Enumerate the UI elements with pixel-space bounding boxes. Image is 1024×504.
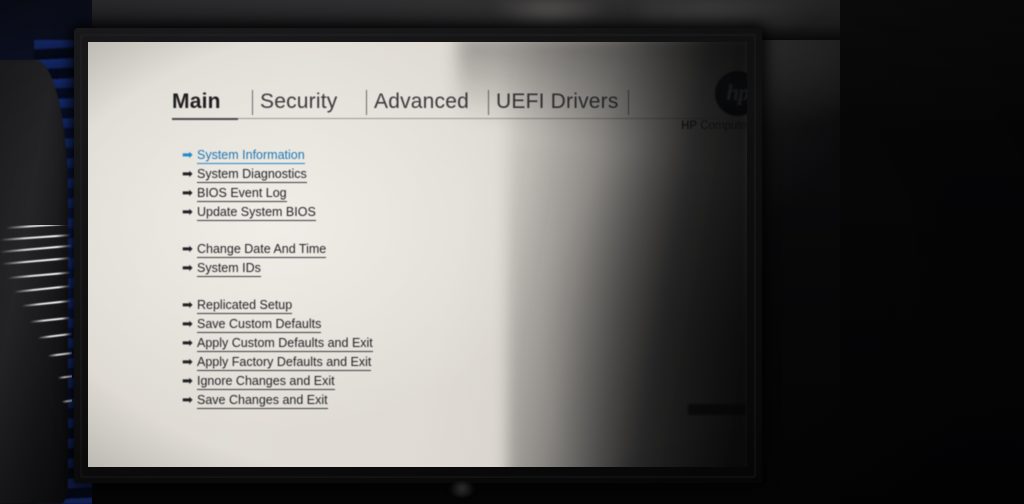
menu-item-label: System Diagnostics (197, 166, 307, 183)
tab-bar: Main Security Advanced UEFI Drivers (172, 80, 720, 120)
light-streak (5, 225, 72, 229)
menu-item[interactable]: ➡ System IDs (182, 260, 512, 277)
room-right-wall (840, 0, 1024, 504)
bios-content: Main Security Advanced UEFI Drivers hp H… (88, 42, 747, 467)
menu-item[interactable]: ➡ System Diagnostics (182, 166, 512, 183)
hp-logo-text: hp (726, 79, 747, 105)
menu-group: ➡ System Information ➡ System Diagnostics ➡ B… (182, 147, 512, 221)
menu-item-label: Apply Custom Defaults and Exit (197, 335, 373, 352)
menu-item-label: BIOS Event Log (197, 185, 287, 202)
arrow-right-icon: ➡ (182, 392, 193, 407)
tab-separator-2 (366, 90, 367, 115)
arrow-right-icon: ➡ (182, 297, 193, 312)
menu-item[interactable]: ➡ Replicated Setup (182, 297, 512, 314)
arrow-right-icon: ➡ (182, 316, 193, 331)
tab-separator-3 (488, 90, 489, 115)
bios-screen: Main Security Advanced UEFI Drivers hp H… (88, 42, 747, 467)
menu-item[interactable]: ➡ Update System BIOS (182, 204, 512, 221)
light-streak (37, 332, 72, 339)
tab-bar-rule (238, 118, 720, 119)
menu-item-label: Ignore Changes and Exit (197, 373, 335, 390)
light-streak (47, 351, 72, 357)
tab-separator-1 (252, 90, 253, 115)
light-streak (29, 316, 70, 323)
arrow-right-icon: ➡ (182, 260, 193, 275)
arrow-right-icon: ➡ (182, 185, 193, 200)
menu-item[interactable]: ➡ BIOS Event Log (182, 185, 512, 202)
tab-advanced[interactable]: Advanced (374, 90, 469, 114)
arrow-right-icon: ➡ (182, 354, 193, 369)
tab-uefi-drivers[interactable]: UEFI Drivers (496, 90, 619, 114)
tab-main[interactable]: Main (172, 90, 221, 114)
light-streak (7, 271, 70, 279)
menu-item[interactable]: ➡ Apply Custom Defaults and Exit (182, 335, 512, 352)
menu-item[interactable]: ➡ System Information (182, 147, 512, 164)
hp-caption-bold: HP (681, 120, 698, 132)
light-streak (13, 285, 70, 293)
tab-security[interactable]: Security (260, 90, 337, 114)
arrow-right-icon: ➡ (182, 241, 193, 256)
menu-item[interactable]: ➡ Save Custom Defaults (182, 316, 512, 333)
light-streak (57, 374, 72, 379)
menu-item[interactable]: ➡ Change Date And Time (182, 241, 512, 258)
arrow-right-icon: ➡ (182, 204, 193, 219)
arrow-right-icon: ➡ (182, 166, 193, 181)
menu-item-label: Update System BIOS (197, 204, 316, 221)
screen-dark-artifact (688, 404, 746, 415)
main-menu: ➡ System Information ➡ System Diagnostics ➡ B… (182, 147, 512, 429)
menu-item[interactable]: ➡ Ignore Changes and Exit (182, 373, 512, 390)
menu-item-label: Change Date And Time (197, 241, 327, 258)
light-streaks (0, 225, 72, 504)
menu-item-label: System IDs (197, 260, 261, 277)
photo-of-monitor: Main Security Advanced UEFI Drivers hp H… (0, 0, 1024, 504)
menu-item[interactable]: ➡ Apply Factory Defaults and Exit (182, 354, 512, 371)
menu-item-label: Apply Factory Defaults and Exit (197, 354, 372, 371)
light-streak (21, 299, 70, 307)
hp-computer-setup-caption: HP Computer Setup (654, 120, 747, 132)
menu-item-label: System Information (197, 147, 305, 164)
menu-item-label: Replicated Setup (197, 297, 293, 314)
hp-logo-icon: hp (715, 71, 747, 116)
arrow-right-icon: ➡ (182, 373, 193, 388)
hp-caption-rest: Computer Setup (700, 120, 747, 132)
menu-group: ➡ Replicated Setup ➡ Save Custom Defaults ➡ A… (182, 297, 512, 409)
menu-item-label: Save Custom Defaults (197, 316, 322, 333)
light-streak (1, 257, 70, 265)
menu-item-label: Save Changes and Exit (197, 392, 328, 409)
room-highlight-left (490, 0, 610, 30)
tab-separator-4 (628, 90, 629, 115)
menu-group: ➡ Change Date And Time ➡ System IDs (182, 241, 512, 277)
arrow-right-icon: ➡ (182, 335, 193, 350)
bezel-hp-logo-icon (448, 482, 476, 497)
active-tab-underline (172, 118, 238, 120)
light-streak (61, 399, 72, 403)
menu-item[interactable]: ➡ Save Changes and Exit (182, 392, 512, 409)
arrow-right-icon: ➡ (182, 147, 193, 162)
light-streak (0, 234, 70, 241)
light-streak (0, 244, 72, 253)
